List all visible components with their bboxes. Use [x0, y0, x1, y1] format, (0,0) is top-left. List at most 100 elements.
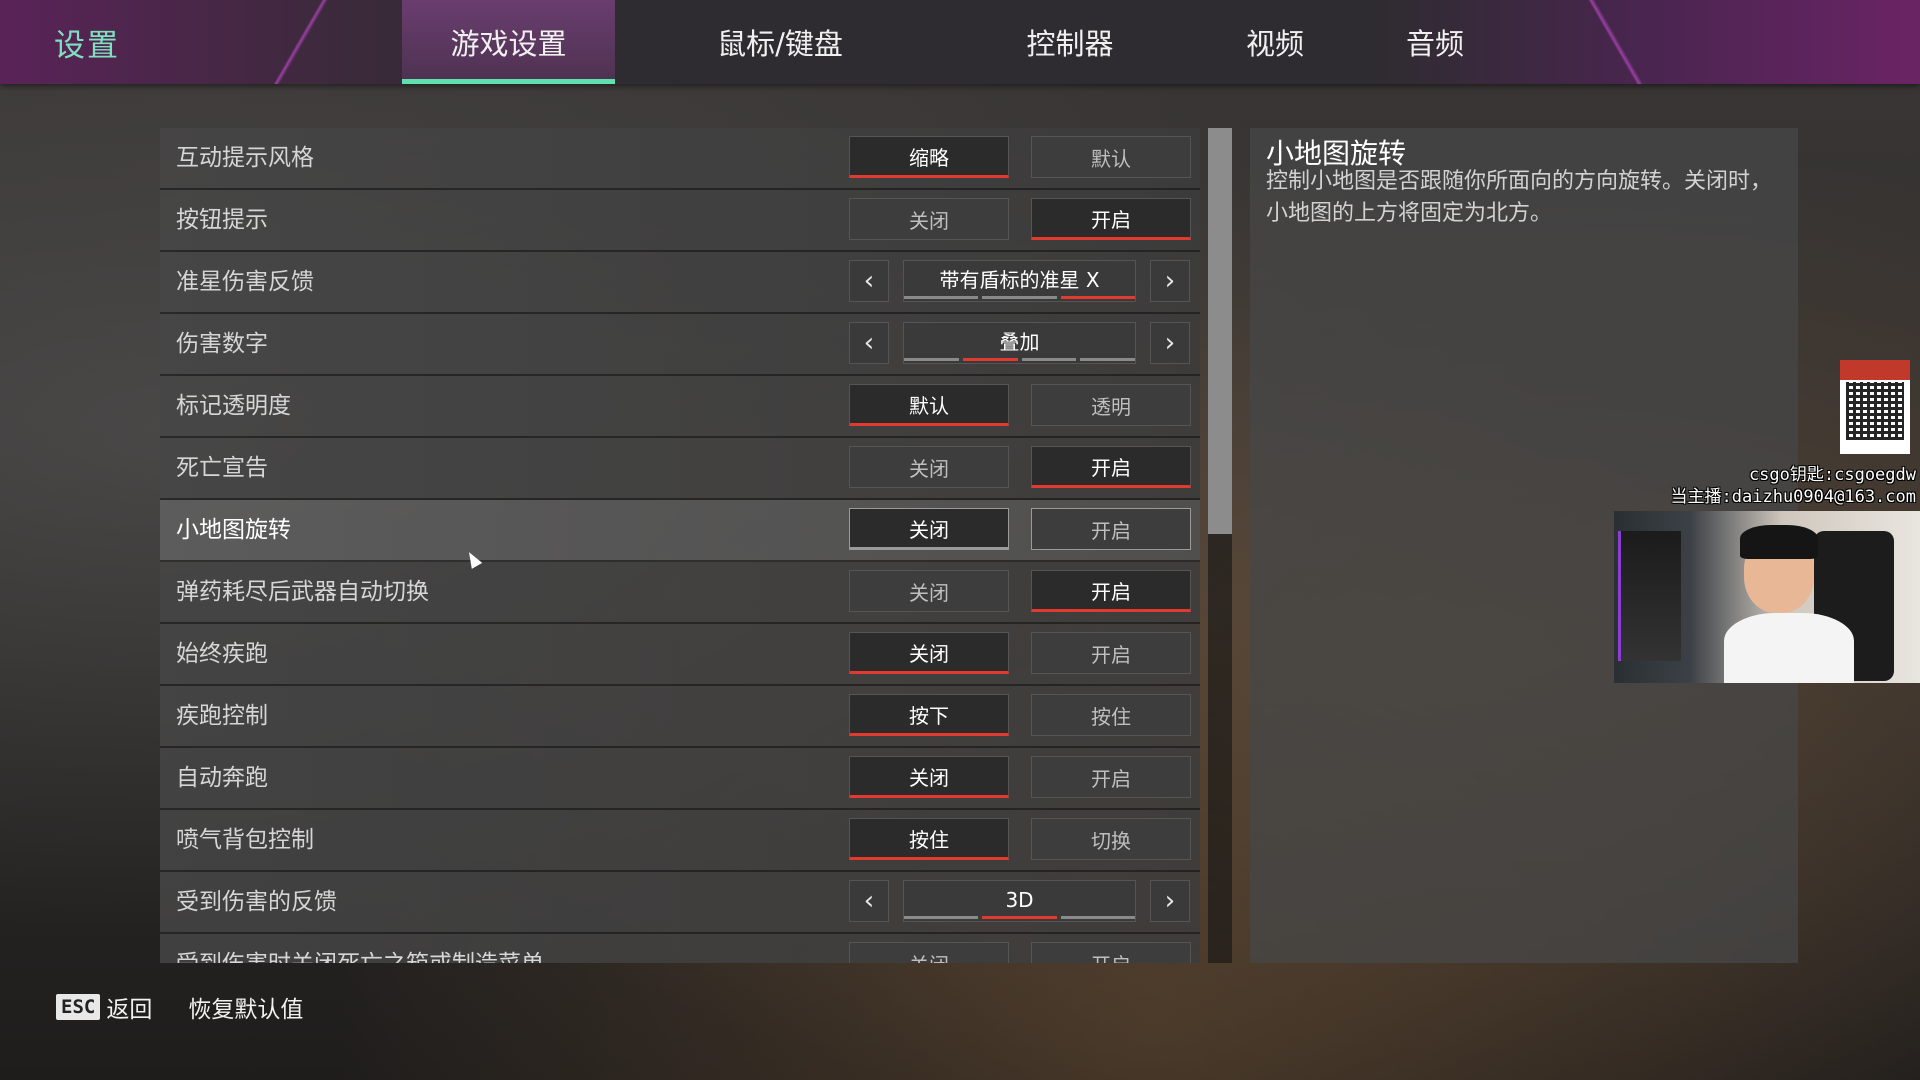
- settings-list[interactable]: 互动提示风格 缩略 默认 按钮提示 关闭 开启 准星伤害反馈 ‹ 带有盾标的准星…: [160, 128, 1200, 963]
- setting-row-auto-run: 自动奔跑 关闭 开启: [160, 748, 1200, 810]
- setting-row-minimap-rotation: 小地图旋转 关闭 开启: [160, 500, 1200, 562]
- option-button[interactable]: 透明: [1031, 384, 1191, 426]
- reset-defaults-button[interactable]: 恢复默认值: [188, 990, 303, 1024]
- setting-row-damage-feedback: 受到伤害的反馈 ‹ 3D ›: [160, 872, 1200, 934]
- option-button[interactable]: 按住: [849, 818, 1009, 860]
- option-button[interactable]: 缩略: [849, 136, 1009, 178]
- setting-row-sprint-control: 疾跑控制 按下 按住: [160, 686, 1200, 748]
- setting-row-jetpack-control: 喷气背包控制 按住 切换: [160, 810, 1200, 872]
- description-text: 控制小地图是否跟随你所面向的方向旋转。关闭时，小地图的上方将固定为北方。: [1266, 169, 1773, 226]
- back-button[interactable]: ESC 返回: [56, 990, 152, 1024]
- cycle-value: 带有盾标的准星 X: [939, 268, 1100, 292]
- setting-label: 自动奔跑: [176, 765, 268, 791]
- setting-label: 小地图旋转: [176, 517, 291, 543]
- segment-indicator: [1060, 916, 1135, 919]
- option-button[interactable]: 按住: [1031, 694, 1191, 736]
- setting-label: 伤害数字: [176, 331, 268, 357]
- option-button[interactable]: 关闭: [849, 942, 1009, 963]
- option-button[interactable]: 按下: [849, 694, 1009, 736]
- chevron-left-icon[interactable]: ‹: [849, 260, 889, 302]
- option-button[interactable]: 默认: [1031, 136, 1191, 178]
- esc-key-icon: ESC: [56, 994, 101, 1020]
- setting-label: 受到伤害时关闭死亡之箱或制造菜单: [176, 934, 544, 963]
- setting-row-always-sprint: 始终疾跑 关闭 开启: [160, 624, 1200, 686]
- segment-indicator: [904, 916, 979, 919]
- decorative-slash: [260, 0, 340, 84]
- tab-audio[interactable]: 音频: [1385, 0, 1485, 84]
- option-button[interactable]: 切换: [1031, 818, 1191, 860]
- setting-row-damage-numbers: 伤害数字 ‹ 叠加 ›: [160, 314, 1200, 376]
- segment-indicator: [962, 358, 1018, 361]
- scrollbar-thumb[interactable]: [1208, 128, 1232, 534]
- tab-mouse-keyboard[interactable]: 鼠标/键盘: [690, 0, 870, 84]
- qr-code-image: [1840, 360, 1910, 454]
- segment-indicator: [982, 296, 1057, 299]
- footer-bar: ESC 返回 恢复默认值: [56, 990, 303, 1024]
- qr-pattern: [1846, 382, 1904, 440]
- option-button[interactable]: 开启: [1031, 508, 1191, 550]
- option-button[interactable]: 关闭: [849, 508, 1009, 550]
- decorative-slash: [1570, 0, 1660, 84]
- option-button[interactable]: 开启: [1031, 942, 1191, 963]
- streamer: [1724, 521, 1854, 683]
- option-button[interactable]: 开启: [1031, 446, 1191, 488]
- option-button[interactable]: 关闭: [849, 570, 1009, 612]
- qr-banner: [1840, 360, 1910, 380]
- segment-indicator: [1060, 296, 1135, 299]
- setting-label: 弹药耗尽后武器自动切换: [176, 579, 429, 605]
- tab-video[interactable]: 视频: [1225, 0, 1325, 84]
- setting-row-close-deathbox-on-damage: 受到伤害时关闭死亡之箱或制造菜单 关闭 开启: [160, 934, 1200, 963]
- cycle-selector[interactable]: 带有盾标的准星 X: [903, 260, 1136, 302]
- option-button[interactable]: 默认: [849, 384, 1009, 426]
- setting-label: 始终疾跑: [176, 641, 268, 667]
- setting-label: 死亡宣告: [176, 455, 268, 481]
- setting-row-obituaries: 死亡宣告 关闭 开启: [160, 438, 1200, 500]
- cycle-segments: [904, 358, 1135, 361]
- setting-row-crosshair-damage-feedback: 准星伤害反馈 ‹ 带有盾标的准星 X ›: [160, 252, 1200, 314]
- chevron-right-icon[interactable]: ›: [1150, 260, 1190, 302]
- top-nav-bar: 设置 游戏设置 鼠标/键盘 控制器 视频 音频: [0, 0, 1920, 84]
- setting-label: 疾跑控制: [176, 703, 268, 729]
- setting-label: 受到伤害的反馈: [176, 889, 337, 915]
- segment-indicator: [1021, 358, 1077, 361]
- tab-controller[interactable]: 控制器: [1000, 0, 1140, 84]
- option-button[interactable]: 开启: [1031, 632, 1191, 674]
- segment-indicator: [1080, 358, 1135, 361]
- chevron-left-icon[interactable]: ‹: [849, 880, 889, 922]
- option-button[interactable]: 关闭: [849, 198, 1009, 240]
- setting-row-ping-opacity: 标记透明度 默认 透明: [160, 376, 1200, 438]
- option-button[interactable]: 关闭: [849, 632, 1009, 674]
- setting-label: 互动提示风格: [176, 145, 314, 171]
- cycle-selector[interactable]: 叠加: [903, 322, 1136, 364]
- chevron-right-icon[interactable]: ›: [1150, 880, 1190, 922]
- chevron-right-icon[interactable]: ›: [1150, 322, 1190, 364]
- option-button[interactable]: 开启: [1031, 756, 1191, 798]
- tab-game-settings[interactable]: 游戏设置: [402, 0, 615, 84]
- option-button[interactable]: 开启: [1031, 570, 1191, 612]
- setting-label: 喷气背包控制: [176, 827, 314, 853]
- page-title: 设置: [54, 28, 120, 64]
- segment-indicator: [904, 358, 959, 361]
- cycle-value: 3D: [1005, 888, 1034, 912]
- cycle-segments: [904, 296, 1135, 299]
- cycle-value: 叠加: [999, 330, 1040, 354]
- option-button[interactable]: 关闭: [849, 446, 1009, 488]
- webcam-feed: [1614, 511, 1920, 683]
- setting-row-auto-weapon-switch: 弹药耗尽后武器自动切换 关闭 开启: [160, 562, 1200, 624]
- cycle-selector[interactable]: 3D: [903, 880, 1136, 922]
- setting-label: 标记透明度: [176, 393, 291, 419]
- segment-indicator: [904, 296, 979, 299]
- shirt: [1724, 613, 1854, 683]
- option-button[interactable]: 关闭: [849, 756, 1009, 798]
- pc-case: [1618, 531, 1681, 661]
- setting-row-interact-prompt-style: 互动提示风格 缩略 默认: [160, 128, 1200, 190]
- setting-label: 准星伤害反馈: [176, 269, 314, 295]
- option-button[interactable]: 开启: [1031, 198, 1191, 240]
- setting-label: 按钮提示: [176, 207, 268, 233]
- overlay-text-contact: 当主播:daizhu0904@163.com: [1670, 487, 1916, 507]
- back-label: 返回: [106, 997, 153, 1023]
- cycle-segments: [904, 916, 1135, 919]
- hair: [1740, 525, 1818, 559]
- chevron-left-icon[interactable]: ‹: [849, 322, 889, 364]
- segment-indicator: [982, 916, 1057, 919]
